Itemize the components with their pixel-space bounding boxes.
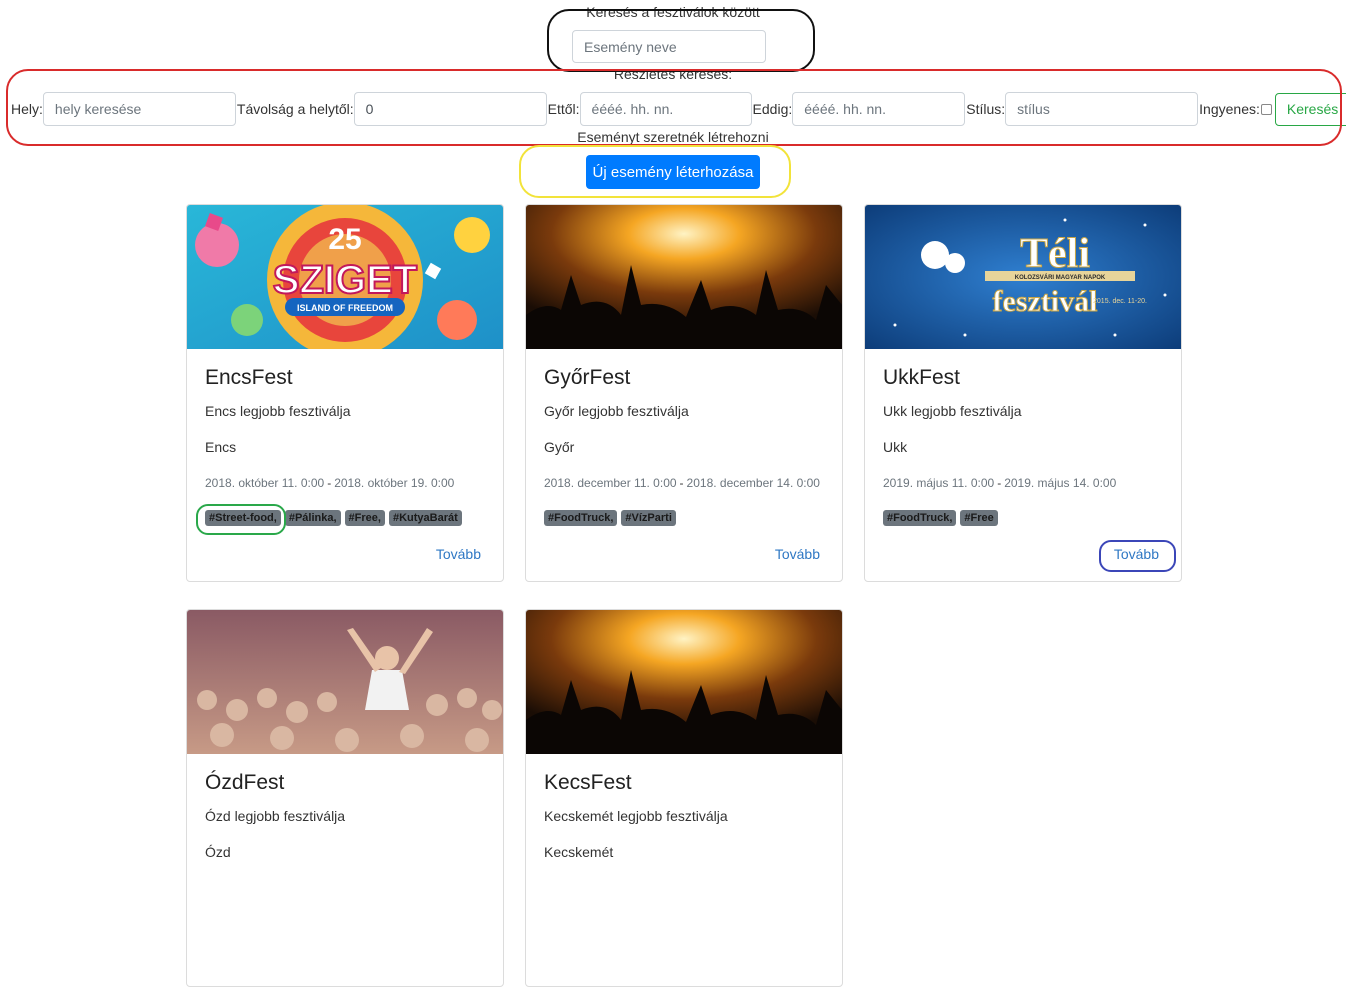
to-date-label: Eddig: xyxy=(752,101,793,117)
from-date-input[interactable] xyxy=(579,92,752,126)
advanced-search-form: Hely: Távolság a helytől: Ettől: Eddig: … xyxy=(11,92,1346,126)
tag-badge[interactable]: #FoodTruck, xyxy=(544,510,618,526)
event-dates: 2018. december 11. 0:00-2018. december 1… xyxy=(544,476,820,490)
tag-badge[interactable]: #Street-food, xyxy=(205,510,281,526)
event-card: 25 SZIGET ISLAND OF FREEDOM EncsFest Enc… xyxy=(186,204,504,582)
event-title: GyőrFest xyxy=(544,366,631,389)
event-image xyxy=(187,610,503,754)
event-name-search-input[interactable] xyxy=(572,30,766,63)
image-band-text: KOLOZSVÁRI MAGYAR NAPOK xyxy=(1015,274,1106,281)
event-card: GyőrFest Győr legjobb fesztiválja Győr 2… xyxy=(525,204,843,582)
image-title-2: fesztivál xyxy=(993,285,1098,318)
event-dates: 2018. október 11. 0:00-2018. október 19.… xyxy=(205,476,455,490)
more-link[interactable]: Tovább xyxy=(775,546,820,562)
event-card: ÓzdFest Ózd legjobb fesztiválja Ózd xyxy=(186,609,504,987)
event-description: Ózd legjobb fesztiválja xyxy=(205,808,346,824)
event-title: EncsFest xyxy=(205,366,293,389)
event-place: Ózd xyxy=(205,844,231,860)
event-description: Encs legjobb fesztiválja xyxy=(205,403,351,419)
distance-label: Távolság a helytől: xyxy=(236,101,354,117)
tag-badge[interactable]: #FoodTruck, xyxy=(883,510,957,526)
event-place: Encs xyxy=(205,439,237,455)
event-place: Kecskemét xyxy=(544,844,614,860)
event-tags: #FoodTruck, #Free xyxy=(883,510,1163,526)
place-label: Hely: xyxy=(11,101,43,117)
sziget-subtitle: ISLAND OF FREEDOM xyxy=(297,303,393,313)
event-tags: #Street-food, #Pálinka, #Free, #KutyaBar… xyxy=(205,510,485,526)
style-label: Stílus: xyxy=(966,101,1006,117)
event-place: Ukk xyxy=(883,439,908,455)
image-title-1: Téli xyxy=(1020,231,1090,277)
event-description: Kecskemét legjobb fesztiválja xyxy=(544,808,728,824)
more-link[interactable]: Tovább xyxy=(436,546,481,562)
place-search-input[interactable] xyxy=(42,92,236,126)
event-description: Győr legjobb fesztiválja xyxy=(544,403,689,419)
sziget-number: 25 xyxy=(328,223,361,256)
free-checkbox[interactable] xyxy=(1260,103,1272,115)
free-label: Ingyenes: xyxy=(1199,101,1260,117)
create-event-label: Eseményt szeretnék létrehozni xyxy=(577,129,769,145)
event-image: 25 SZIGET ISLAND OF FREEDOM xyxy=(187,205,503,349)
image-date: 2015. dec. 11-20. xyxy=(1093,298,1147,305)
more-link[interactable]: Tovább xyxy=(1114,546,1159,562)
event-title: UkkFest xyxy=(883,366,961,389)
tag-badge[interactable]: #VízParti xyxy=(621,510,676,526)
style-input[interactable] xyxy=(1005,92,1199,126)
event-place: Győr xyxy=(544,439,575,455)
event-title: KecsFest xyxy=(544,771,632,794)
event-title: ÓzdFest xyxy=(205,771,285,794)
new-event-button[interactable]: Új esemény léterhozása xyxy=(586,155,760,189)
event-image: Téli KOLOZSVÁRI MAGYAR NAPOK fesztivál 2… xyxy=(865,205,1181,349)
event-card: KecsFest Kecskemét legjobb fesztiválja K… xyxy=(525,609,843,987)
event-image xyxy=(526,610,842,754)
advanced-search-label: Részletes keresés: xyxy=(613,66,733,82)
to-date-input[interactable] xyxy=(792,92,966,126)
tag-badge[interactable]: #Pálinka, xyxy=(284,510,341,526)
event-description: Ukk legjobb fesztiválja xyxy=(883,403,1022,419)
tag-badge[interactable]: #Free, xyxy=(344,510,385,526)
event-dates: 2019. május 11. 0:00-2019. május 14. 0:0… xyxy=(883,476,1117,490)
event-tags: #FoodTruck, #VízParti xyxy=(544,510,824,526)
sziget-name: SZIGET xyxy=(273,258,417,302)
tag-badge[interactable]: #Free xyxy=(960,510,998,526)
quick-search-label: Keresés a fesztiválok között xyxy=(586,4,760,20)
search-button[interactable]: Keresés xyxy=(1274,92,1346,126)
distance-input[interactable] xyxy=(353,92,547,126)
event-image xyxy=(526,205,842,349)
event-card: Téli KOLOZSVÁRI MAGYAR NAPOK fesztivál 2… xyxy=(864,204,1182,582)
from-date-label: Ettől: xyxy=(547,101,580,117)
tag-badge[interactable]: #KutyaBarát xyxy=(388,510,462,526)
